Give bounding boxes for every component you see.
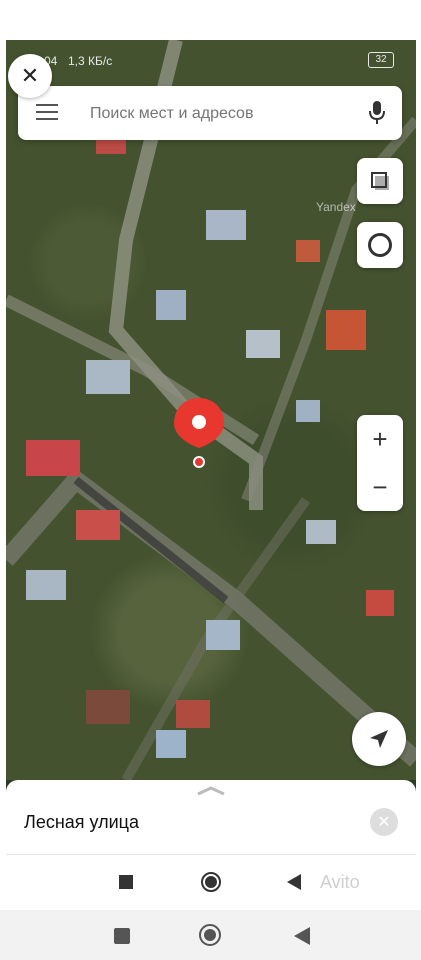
divider (6, 854, 416, 855)
traffic-button[interactable] (357, 222, 403, 268)
square-icon (114, 928, 130, 944)
traffic-icon (368, 233, 392, 257)
search-input[interactable] (88, 102, 352, 126)
circle-icon (199, 924, 221, 946)
zoom-in-button[interactable]: + (357, 415, 403, 463)
search-bar[interactable] (18, 86, 402, 140)
hamburger-menu-icon[interactable] (36, 104, 58, 122)
microphone-icon[interactable] (368, 100, 386, 126)
place-title: Лесная улица (24, 812, 140, 832)
close-button[interactable]: ✕ (8, 54, 52, 98)
square-icon (119, 875, 133, 889)
sheet-handle-icon[interactable] (196, 786, 226, 796)
close-icon: ✕ (377, 814, 391, 831)
back-triangle-icon (294, 927, 310, 945)
recents-button[interactable] (114, 870, 138, 894)
map-watermark: Yandex (316, 200, 356, 214)
locate-me-button[interactable] (352, 712, 406, 766)
zoom-controls: + − (357, 415, 403, 511)
home-button[interactable] (198, 923, 222, 947)
circle-icon (201, 872, 221, 892)
back-triangle-icon (287, 874, 301, 890)
home-button[interactable] (199, 870, 223, 894)
network-speed: 1,3 КБ/с (68, 54, 113, 68)
navigation-arrow-icon (370, 730, 388, 748)
recents-button[interactable] (110, 924, 134, 948)
back-button[interactable] (282, 870, 306, 894)
back-button[interactable] (290, 924, 314, 948)
close-icon: ✕ (20, 63, 40, 88)
battery-indicator: 32 (368, 52, 394, 68)
screenshot-frame: 04 1,3 КБ/с 32 ✕ Yandex + (6, 40, 416, 910)
close-card-button[interactable]: ✕ (370, 808, 398, 836)
layers-icon (371, 172, 389, 190)
zoom-out-button[interactable]: − (357, 463, 403, 511)
place-card[interactable]: Лесная улица ✕ Avito (6, 780, 416, 910)
layers-button[interactable] (357, 158, 403, 204)
status-bar: 04 1,3 КБ/с 32 (6, 40, 416, 80)
map-pin-icon[interactable] (172, 396, 226, 472)
system-navigation-bar (0, 910, 421, 960)
avito-watermark: Avito (320, 872, 360, 892)
